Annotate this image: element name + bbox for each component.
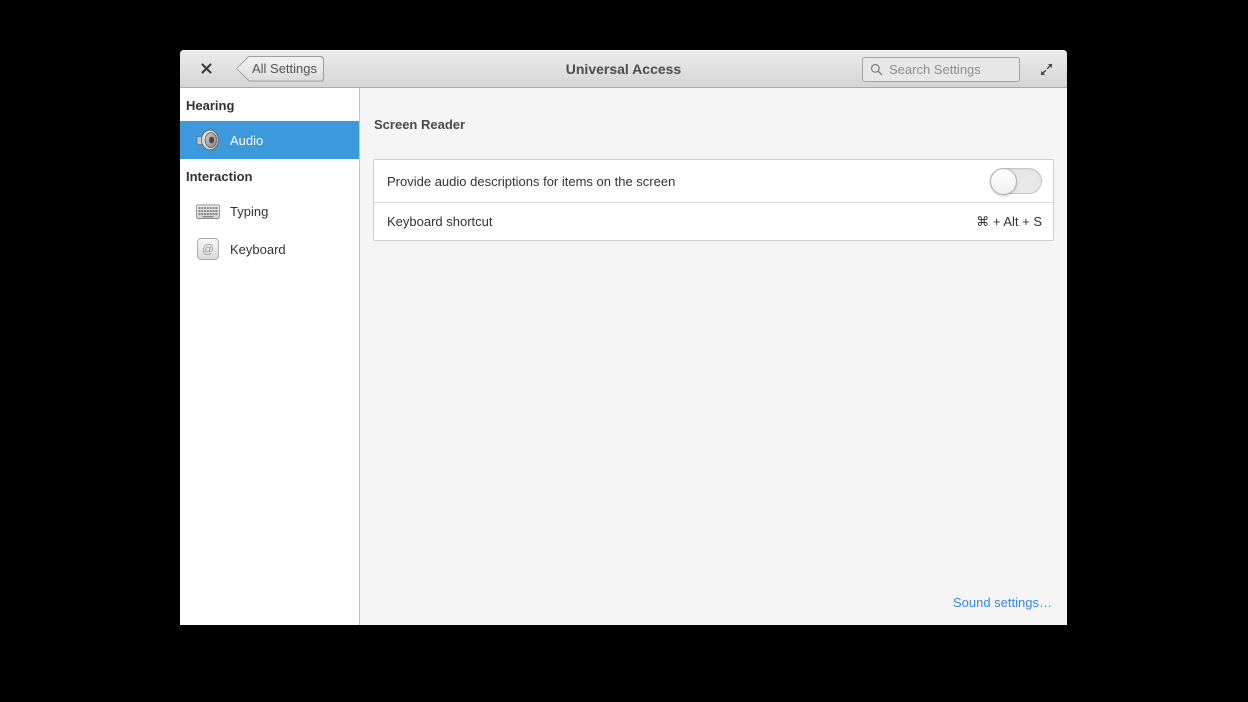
sidebar-section-interaction: Interaction bbox=[180, 159, 359, 192]
svg-text:@: @ bbox=[202, 244, 214, 256]
audio-descriptions-toggle[interactable] bbox=[990, 168, 1042, 194]
header-bar: All Settings Universal Access bbox=[180, 50, 1067, 88]
sidebar-item-keyboard[interactable]: @ Keyboard bbox=[180, 230, 359, 268]
keyboard-shortcut-value[interactable]: ⌘ + Alt + S bbox=[976, 214, 1042, 230]
main-content: Screen Reader Provide audio descriptions… bbox=[360, 88, 1067, 625]
universal-access-window: All Settings Universal Access Hearing bbox=[180, 50, 1067, 625]
section-title: Screen Reader bbox=[373, 117, 1054, 132]
sidebar-item-label: Audio bbox=[230, 133, 263, 148]
sidebar-item-label: Keyboard bbox=[230, 242, 286, 257]
speaker-icon bbox=[195, 127, 221, 153]
all-settings-back-button[interactable]: All Settings bbox=[236, 56, 324, 82]
toggle-knob bbox=[990, 168, 1017, 195]
sidebar-item-typing[interactable]: Typing bbox=[180, 192, 359, 230]
sidebar-item-audio[interactable]: Audio bbox=[180, 121, 359, 159]
close-icon bbox=[201, 63, 212, 74]
at-key-icon: @ bbox=[195, 236, 221, 262]
search-icon bbox=[870, 62, 883, 77]
sound-settings-link[interactable]: Sound settings… bbox=[953, 595, 1052, 610]
sidebar-section-hearing: Hearing bbox=[180, 88, 359, 121]
maximize-icon bbox=[1039, 62, 1054, 77]
sidebar: Hearing Audio bbox=[180, 88, 360, 625]
sidebar-item-label: Typing bbox=[230, 204, 268, 219]
maximize-button[interactable] bbox=[1036, 59, 1056, 79]
content-footer: Sound settings… bbox=[373, 594, 1054, 625]
keyboard-shortcut-label: Keyboard shortcut bbox=[385, 214, 976, 229]
audio-descriptions-row: Provide audio descriptions for items on … bbox=[374, 160, 1053, 202]
keyboard-shortcut-row: Keyboard shortcut ⌘ + Alt + S bbox=[374, 202, 1053, 240]
back-button-label: All Settings bbox=[252, 61, 317, 76]
keyboard-keys-icon bbox=[195, 198, 221, 224]
audio-descriptions-label: Provide audio descriptions for items on … bbox=[385, 174, 990, 189]
search-box bbox=[862, 57, 1020, 82]
settings-frame: Provide audio descriptions for items on … bbox=[373, 159, 1054, 241]
search-input[interactable] bbox=[889, 62, 1012, 77]
close-button[interactable] bbox=[194, 57, 218, 81]
